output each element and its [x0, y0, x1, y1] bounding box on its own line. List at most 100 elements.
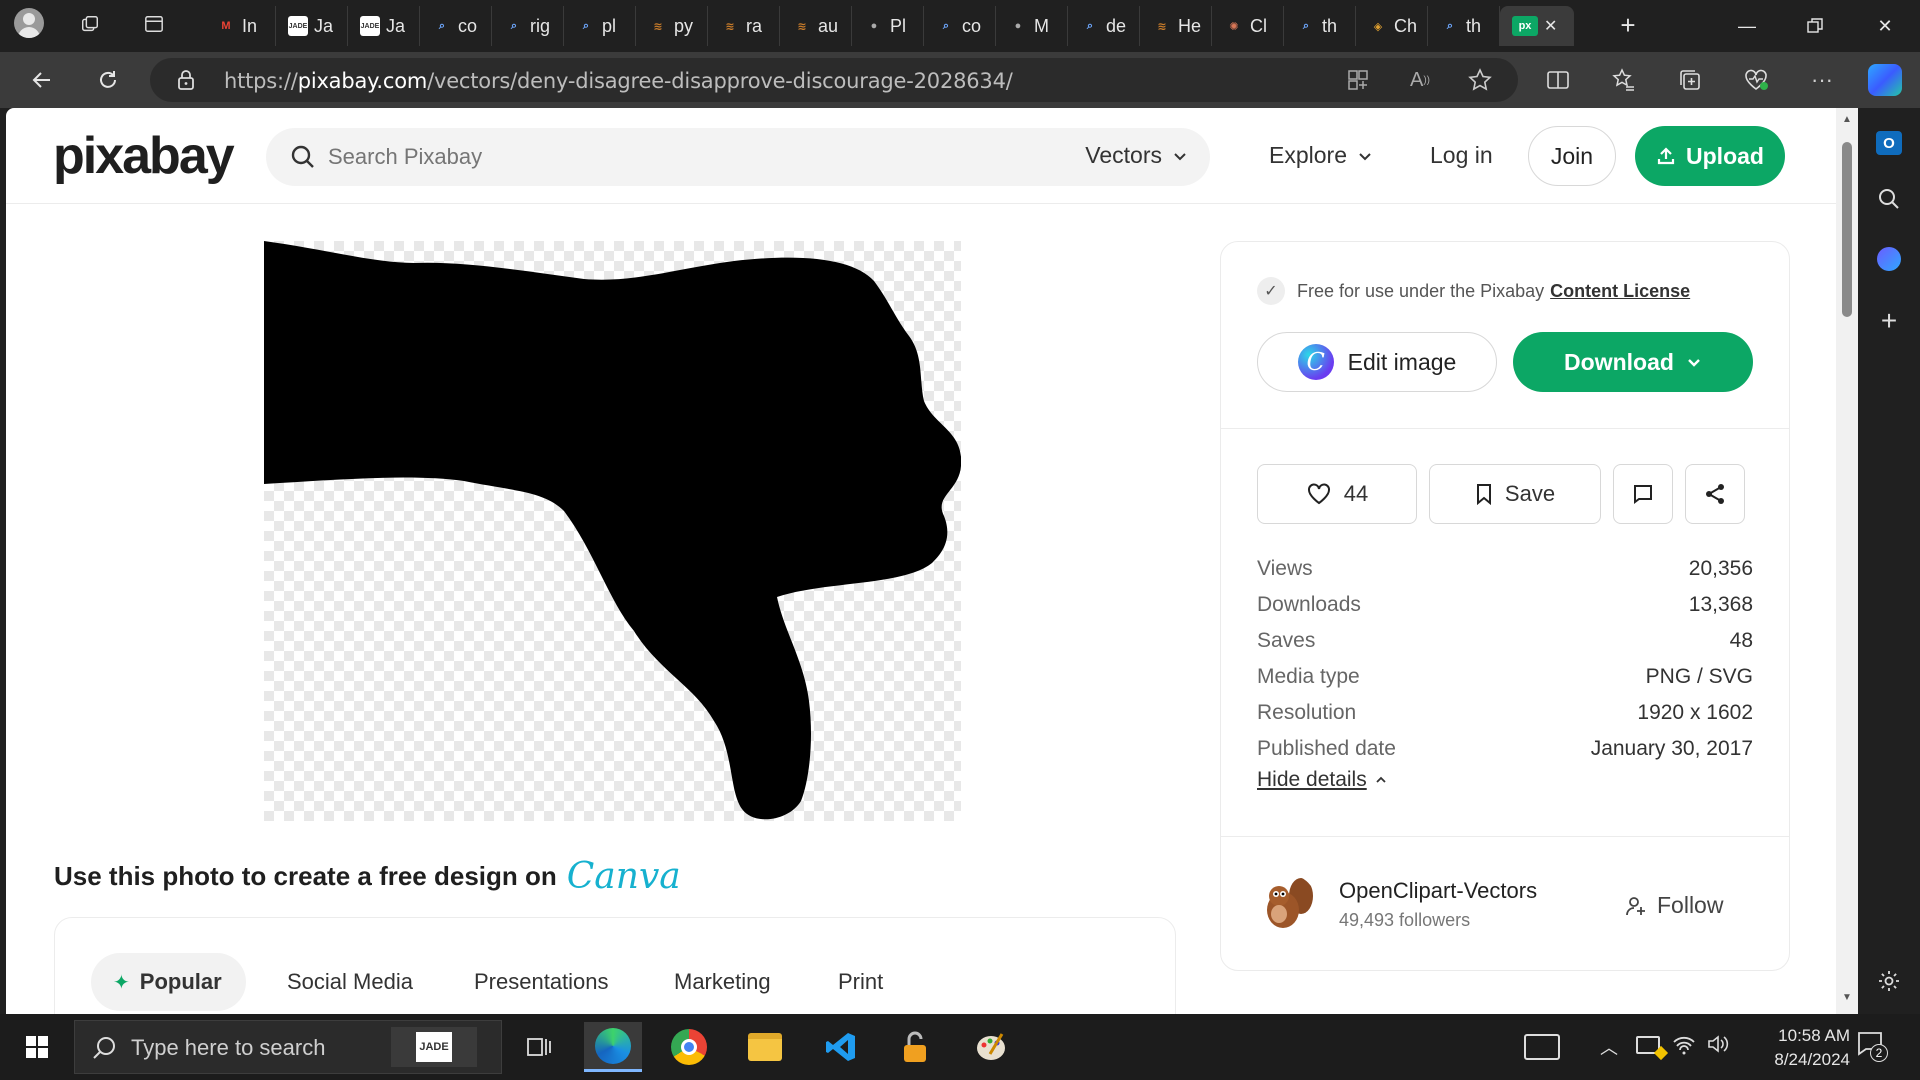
favorites-icon[interactable]	[1608, 64, 1640, 96]
address-bar[interactable]: https://pixabay.com/vectors/deny-disagre…	[150, 58, 1518, 102]
paint-app-icon[interactable]	[962, 1022, 1020, 1072]
login-link[interactable]: Log in	[1430, 142, 1493, 169]
browser-tab[interactable]: JADE Ja	[348, 6, 420, 46]
new-tab-button[interactable]: +	[1608, 12, 1648, 40]
lock-app-icon[interactable]	[886, 1022, 944, 1072]
chrome-icon[interactable]	[660, 1022, 718, 1072]
news-widget-icon[interactable]	[1524, 1034, 1560, 1060]
url-text[interactable]: https://pixabay.com/vectors/deny-disagre…	[224, 69, 1013, 93]
tab-marketing[interactable]: Marketing	[674, 953, 771, 1011]
tab-actions-icon[interactable]	[144, 14, 164, 34]
canva-logo[interactable]: Canva	[567, 856, 681, 897]
content-license-link[interactable]: Content License	[1550, 281, 1690, 302]
read-aloud-icon[interactable]: A))	[1404, 64, 1436, 96]
close-window-button[interactable]: ✕	[1856, 0, 1914, 52]
tab-popular[interactable]: ✦ Popular	[91, 953, 246, 1011]
tab-print[interactable]: Print	[838, 953, 883, 1011]
volume-icon[interactable]	[1706, 1032, 1730, 1061]
close-tab-icon[interactable]: ✕	[1544, 16, 1557, 36]
sidebar-settings-icon[interactable]	[1872, 964, 1906, 998]
edit-image-button[interactable]: C Edit image	[1257, 332, 1497, 392]
media-type-dropdown[interactable]: Vectors	[1085, 142, 1188, 169]
upload-button[interactable]: Upload	[1635, 126, 1785, 186]
hide-details-link[interactable]: Hide details	[1257, 768, 1387, 792]
show-hidden-icons[interactable]: ︿	[1600, 1034, 1618, 1060]
tab-presentations[interactable]: Presentations	[474, 953, 609, 1011]
browser-tab[interactable]: ⌕ co	[924, 6, 996, 46]
browser-tab[interactable]: ⌕ co	[420, 6, 492, 46]
page-scrollbar[interactable]: ▲ ▼	[1836, 108, 1858, 1014]
clock[interactable]: 10:58 AM 8/24/2024	[1740, 1024, 1850, 1072]
refresh-button[interactable]	[88, 60, 128, 100]
browser-tab[interactable]: ● M	[996, 6, 1068, 46]
download-button[interactable]: Download	[1513, 332, 1753, 392]
notification-center-icon[interactable]: 2	[1856, 1030, 1888, 1062]
browser-tab[interactable]: ≋ py	[636, 6, 708, 46]
outlook-icon[interactable]: O	[1872, 126, 1906, 160]
browser-tab[interactable]: ⌕ th	[1284, 6, 1356, 46]
split-screen-icon[interactable]	[1542, 64, 1574, 96]
comment-button[interactable]	[1613, 464, 1673, 524]
battery-warning-icon[interactable]	[1636, 1036, 1669, 1061]
back-button[interactable]	[22, 60, 62, 100]
author-block: OpenClipart-Vectors 49,493 followers	[1257, 874, 1537, 934]
taskbar-search[interactable]: Type here to search JADE	[74, 1020, 502, 1074]
follow-button[interactable]: Follow	[1625, 892, 1723, 919]
copilot-sidebar-icon[interactable]	[1872, 242, 1906, 276]
restore-button[interactable]	[1786, 0, 1844, 52]
jade-search-highlight-icon[interactable]: JADE	[391, 1027, 477, 1067]
browser-tab[interactable]: ≋ ra	[708, 6, 780, 46]
media-type-label: Vectors	[1085, 142, 1162, 168]
scroll-up-arrow[interactable]: ▲	[1841, 114, 1853, 125]
stat-label: Published date	[1257, 737, 1396, 760]
browser-tab[interactable]: M In	[204, 6, 276, 46]
task-view-icon[interactable]	[510, 1022, 568, 1072]
author-name[interactable]: OpenClipart-Vectors	[1339, 878, 1537, 904]
share-button[interactable]	[1685, 464, 1745, 524]
start-button[interactable]	[8, 1022, 66, 1072]
active-browser-tab[interactable]: px ✕	[1500, 6, 1574, 46]
workspaces-icon[interactable]	[80, 14, 100, 34]
like-button[interactable]: 44	[1257, 464, 1417, 524]
browser-tab[interactable]: JADE Ja	[276, 6, 348, 46]
save-button[interactable]: Save	[1429, 464, 1601, 524]
favorite-star-icon[interactable]	[1464, 64, 1496, 96]
wifi-icon[interactable]	[1672, 1032, 1696, 1061]
join-button[interactable]: Join	[1528, 126, 1616, 186]
lock-icon[interactable]	[176, 69, 196, 96]
profile-avatar[interactable]	[14, 8, 44, 38]
browser-tab[interactable]: ⌕ de	[1068, 6, 1140, 46]
browser-tab[interactable]: ⌕ th	[1428, 6, 1500, 46]
main-image[interactable]	[264, 241, 962, 821]
browser-tab[interactable]: ≋ au	[780, 6, 852, 46]
browser-tab[interactable]: ⌕ pl	[564, 6, 636, 46]
search-input[interactable]	[328, 137, 1028, 177]
browser-tab[interactable]: ≋ He	[1140, 6, 1212, 46]
upload-icon	[1657, 147, 1675, 165]
stat-value: 48	[1729, 629, 1753, 652]
tab-social-media[interactable]: Social Media	[287, 953, 413, 1011]
file-explorer-icon[interactable]	[736, 1022, 794, 1072]
browser-tab[interactable]: ✺ Cl	[1212, 6, 1284, 46]
search-icon[interactable]	[1872, 182, 1906, 216]
explore-menu[interactable]: Explore	[1269, 142, 1373, 169]
windows-logo-icon	[26, 1036, 48, 1058]
scroll-down-arrow[interactable]: ▼	[1841, 992, 1853, 1003]
add-sidebar-app-icon[interactable]: +	[1872, 304, 1906, 338]
pixabay-logo[interactable]: pixabay	[53, 126, 235, 186]
author-avatar[interactable]	[1257, 874, 1317, 934]
browser-tab[interactable]: ● Pl	[852, 6, 924, 46]
scroll-thumb[interactable]	[1842, 142, 1852, 317]
app-available-icon[interactable]	[1342, 64, 1374, 96]
copilot-icon[interactable]	[1868, 64, 1902, 96]
edge-taskbar-icon[interactable]	[584, 1022, 642, 1072]
stat-published-date: Published date January 30, 2017	[1257, 737, 1753, 761]
search-bar[interactable]: Vectors	[266, 128, 1210, 186]
minimize-button[interactable]: —	[1718, 0, 1776, 52]
browser-essentials-icon[interactable]	[1740, 64, 1772, 96]
vscode-icon[interactable]	[812, 1022, 870, 1072]
collections-icon[interactable]	[1674, 64, 1706, 96]
more-options-icon[interactable]: ···	[1806, 64, 1838, 96]
browser-tab[interactable]: ⌕ rig	[492, 6, 564, 46]
browser-tab[interactable]: ◈ Ch	[1356, 6, 1428, 46]
